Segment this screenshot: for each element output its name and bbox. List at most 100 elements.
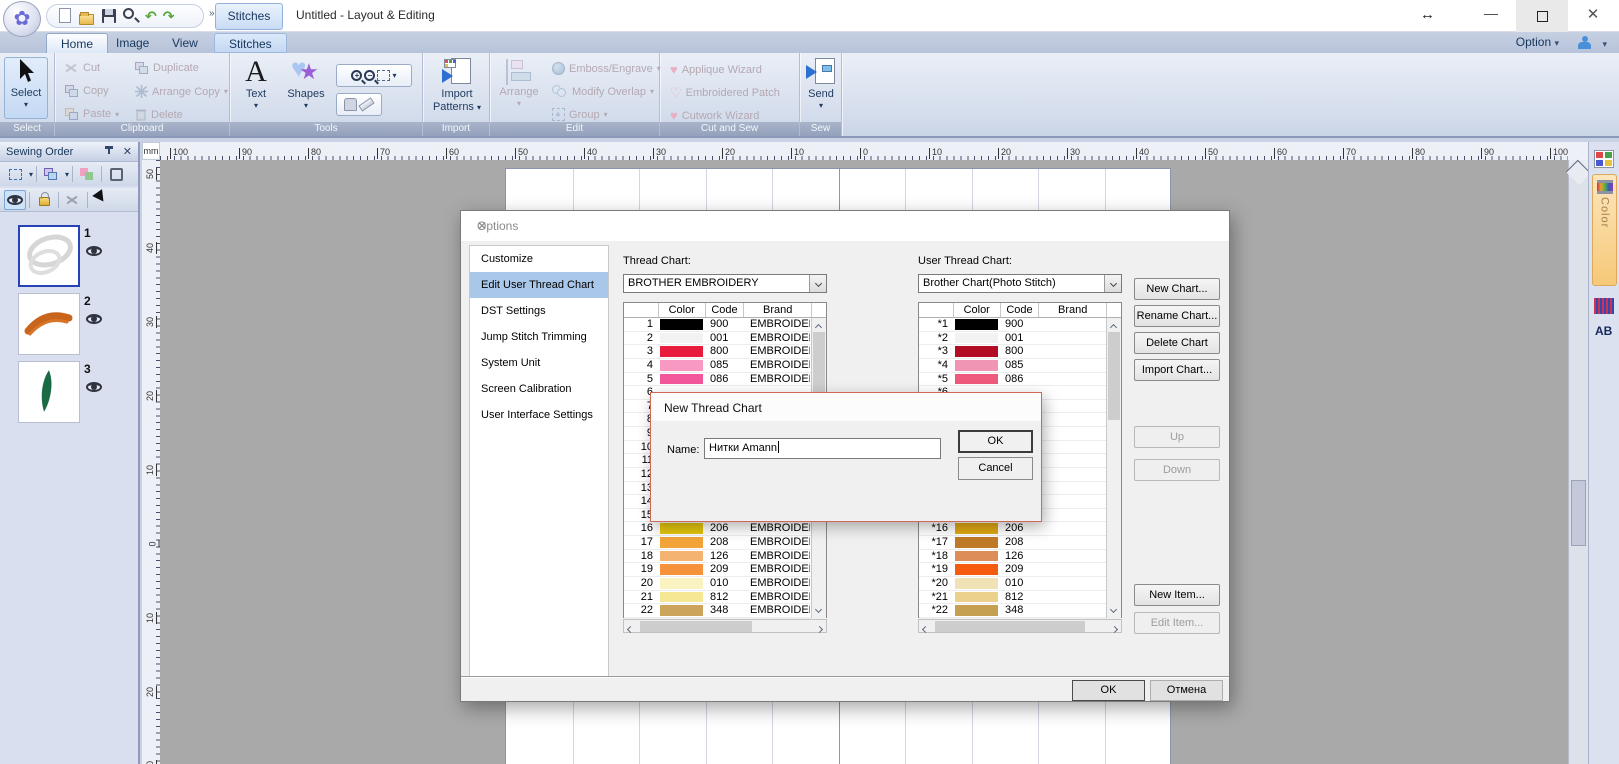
thread-row[interactable]: 19209EMBROIDERY bbox=[624, 563, 812, 577]
scroll-up-button[interactable] bbox=[1569, 160, 1588, 177]
user-menu-caret-icon[interactable]: ▾ bbox=[1602, 39, 1607, 50]
thread-row[interactable]: *4085 bbox=[919, 359, 1107, 373]
frame-view-button[interactable] bbox=[105, 164, 127, 184]
new-item-button[interactable]: New Item... bbox=[1134, 584, 1220, 606]
show-hide-button[interactable] bbox=[4, 190, 26, 210]
chart-name-input[interactable]: Нитки Amann bbox=[704, 438, 941, 459]
pan-hand-icon[interactable] bbox=[344, 98, 357, 111]
thread-row[interactable]: *17208 bbox=[919, 536, 1107, 550]
lock-button[interactable] bbox=[33, 190, 55, 210]
thread-row[interactable]: 2001EMBROIDERY bbox=[624, 332, 812, 346]
options-close-icon[interactable]: ✕ bbox=[477, 219, 1215, 233]
redo-icon[interactable]: ↷ bbox=[163, 8, 175, 24]
emboss-engrave-button[interactable]: Emboss/Engrave▾ bbox=[552, 62, 661, 75]
color-tab[interactable]: Color bbox=[1592, 174, 1617, 286]
thread-row[interactable]: 21812EMBROIDERY bbox=[624, 591, 812, 605]
new-document-icon[interactable] bbox=[57, 8, 73, 24]
qat-overflow-icon[interactable]: » bbox=[209, 8, 215, 19]
new-chart-button[interactable]: New Chart... bbox=[1134, 278, 1220, 300]
thread-row[interactable]: 16206EMBROIDERY bbox=[624, 522, 812, 536]
options-cancel-button[interactable]: Отмена bbox=[1150, 680, 1223, 701]
thread-chart-combobox[interactable]: BROTHER EMBROIDERY bbox=[623, 274, 827, 293]
edit-item-button[interactable]: Edit Item... bbox=[1134, 612, 1220, 634]
thread-row[interactable]: *1900 bbox=[919, 318, 1107, 332]
thread-row[interactable]: 22348EMBROIDERY bbox=[624, 604, 812, 618]
sewing-item-2-thumbnail[interactable] bbox=[18, 293, 80, 355]
thread-chart-dropdown-icon[interactable] bbox=[809, 275, 826, 292]
ntc-cancel-button[interactable]: Cancel bbox=[958, 457, 1033, 480]
trim-button[interactable] bbox=[62, 190, 84, 210]
measure-icon[interactable] bbox=[358, 97, 374, 111]
sewing-item-1-thumbnail[interactable] bbox=[18, 225, 80, 287]
user-thread-chart-combobox[interactable]: Brother Chart(Photo Stitch) bbox=[918, 274, 1122, 293]
send-button[interactable]: Send▾ bbox=[805, 57, 837, 110]
close-button[interactable]: ✕ bbox=[1570, 0, 1616, 32]
tab-stitches[interactable]: Stitches bbox=[214, 33, 287, 53]
applique-wizard-button[interactable]: ♥Applique Wizard bbox=[670, 62, 762, 77]
user-table-vscrollbar[interactable] bbox=[1106, 318, 1121, 618]
canvas-vertical-scrollbar[interactable] bbox=[1568, 160, 1588, 764]
select-frame-caret-icon[interactable]: ▾ bbox=[29, 170, 33, 179]
thread-row[interactable]: *16206 bbox=[919, 522, 1107, 536]
scroll-down-icon[interactable] bbox=[1111, 603, 1116, 615]
minimize-button[interactable]: — bbox=[1468, 0, 1514, 32]
scroll-left-icon[interactable] bbox=[923, 623, 928, 635]
thread-row[interactable]: 18126EMBROIDERY bbox=[624, 550, 812, 564]
tab-image[interactable]: Image bbox=[102, 33, 163, 53]
import-chart-button[interactable]: Import Chart... bbox=[1134, 359, 1220, 381]
save-icon[interactable] bbox=[101, 8, 117, 24]
option-menu[interactable]: Option ▾ bbox=[1516, 35, 1559, 49]
scroll-right-icon[interactable] bbox=[1112, 623, 1117, 635]
thread-row[interactable]: 17208EMBROIDERY bbox=[624, 536, 812, 550]
options-nav-edit-user-thread-chart[interactable]: Edit User Thread Chart bbox=[470, 272, 608, 298]
zoom-selection-icon[interactable] bbox=[377, 70, 390, 81]
options-nav-system-unit[interactable]: System Unit bbox=[470, 350, 608, 376]
copy-order-button[interactable] bbox=[40, 164, 62, 184]
maximize-button[interactable] bbox=[1516, 0, 1568, 32]
options-nav-screen-calibration[interactable]: Screen Calibration bbox=[470, 376, 608, 402]
thread-table-hscrollbar[interactable] bbox=[623, 619, 827, 633]
select-button[interactable]: Select ▾ bbox=[4, 57, 48, 119]
options-nav-dst-settings[interactable]: DST Settings bbox=[470, 298, 608, 324]
zoom-options-caret-icon[interactable]: ▾ bbox=[392, 71, 396, 80]
options-nav-customize[interactable]: Customize bbox=[470, 246, 608, 272]
stage-stitches-button[interactable]: Stitches bbox=[215, 3, 283, 30]
thread-row[interactable]: *20010 bbox=[919, 577, 1107, 591]
scroll-right-icon[interactable] bbox=[817, 623, 822, 635]
rename-chart-button[interactable]: Rename Chart... bbox=[1134, 305, 1220, 327]
options-ok-button[interactable]: OK bbox=[1072, 680, 1145, 701]
canvas-scroll-thumb[interactable] bbox=[1571, 480, 1586, 546]
zoom-out-icon[interactable]: − bbox=[364, 70, 375, 81]
stitch-attributes-icon[interactable] bbox=[1594, 298, 1614, 314]
text-tool-button[interactable]: A Text▾ bbox=[236, 57, 276, 110]
thread-row[interactable]: *21812 bbox=[919, 591, 1107, 605]
thread-row[interactable]: 1900EMBROIDERY bbox=[624, 318, 812, 332]
pin-icon[interactable] bbox=[104, 145, 114, 157]
thread-row[interactable]: *22348 bbox=[919, 604, 1107, 618]
delete-button[interactable]: Delete bbox=[135, 108, 183, 121]
duplicate-button[interactable]: Duplicate bbox=[135, 62, 199, 74]
color-order-button[interactable] bbox=[76, 164, 98, 184]
import-patterns-button[interactable]: Import Patterns ▾ bbox=[431, 57, 483, 113]
select-object-button[interactable] bbox=[91, 190, 113, 210]
text-attributes-tab[interactable]: AB bbox=[1595, 324, 1612, 338]
panel-close-icon[interactable]: ✕ bbox=[123, 142, 132, 162]
user-account-icon[interactable] bbox=[1578, 36, 1591, 49]
shapes-tool-button[interactable]: ♥★ Shapes▾ bbox=[282, 57, 330, 110]
arrange-button[interactable]: Arrange▾ bbox=[496, 59, 542, 108]
open-folder-icon[interactable] bbox=[79, 8, 95, 24]
cut-button[interactable]: Cut bbox=[65, 62, 100, 74]
scroll-down-icon[interactable] bbox=[816, 603, 821, 615]
thread-row[interactable]: *2001 bbox=[919, 332, 1107, 346]
user-table-hscrollbar[interactable] bbox=[918, 619, 1122, 633]
zoom-icon[interactable] bbox=[123, 8, 139, 24]
thread-row[interactable]: 20010EMBROIDERY bbox=[624, 577, 812, 591]
options-nav-jump-stitch-trimming[interactable]: Jump Stitch Trimming bbox=[470, 324, 608, 350]
thread-row[interactable]: 4085EMBROIDERY bbox=[624, 359, 812, 373]
embroidered-patch-button[interactable]: ♡Embroidered Patch bbox=[670, 85, 780, 101]
palette-icon[interactable] bbox=[1594, 150, 1614, 168]
thread-row[interactable]: 5086EMBROIDERY bbox=[624, 373, 812, 387]
thread-row[interactable]: *3800 bbox=[919, 345, 1107, 359]
ntc-ok-button[interactable]: OK bbox=[958, 430, 1033, 453]
cutwork-wizard-button[interactable]: ♥Cutwork Wizard bbox=[670, 108, 759, 123]
